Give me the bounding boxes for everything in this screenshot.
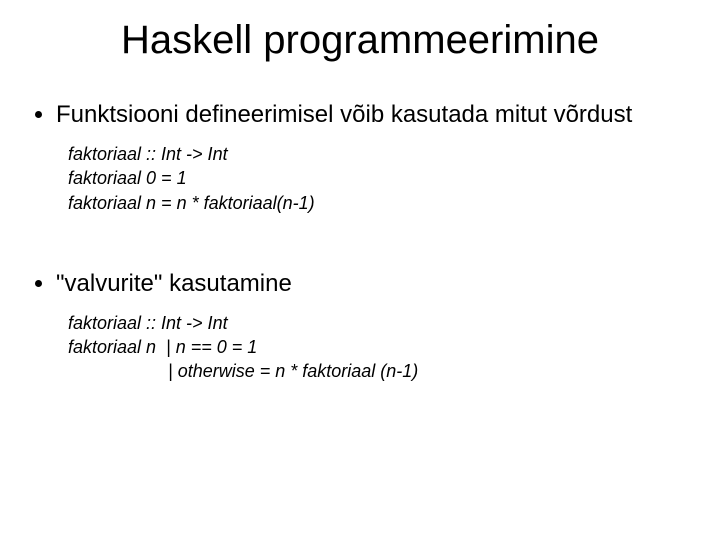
code-block-1: faktoriaal :: Int -> Int faktoriaal 0 = … (68, 142, 680, 215)
bullet-item-2: "valvurite" kasutamine (56, 269, 680, 299)
bullet-item-1: Funktsiooni defineerimisel võib kasutada… (56, 100, 680, 130)
code-line: faktoriaal n = n * faktoriaal(n-1) (68, 191, 680, 215)
code-line: faktoriaal n | n == 0 = 1 (68, 335, 680, 359)
code-line: faktoriaal 0 = 1 (68, 166, 680, 190)
code-line: | otherwise = n * faktoriaal (n-1) (68, 359, 680, 383)
code-block-2: faktoriaal :: Int -> Int faktoriaal n | … (68, 311, 680, 384)
code-line: faktoriaal :: Int -> Int (68, 311, 680, 335)
spacer (32, 243, 680, 269)
slide-title: Haskell programmeerimine (0, 18, 720, 63)
slide: Haskell programmeerimine Funktsiooni def… (0, 0, 720, 540)
slide-body: Funktsiooni defineerimisel võib kasutada… (32, 100, 680, 412)
bullet-list: "valvurite" kasutamine (32, 269, 680, 299)
bullet-list: Funktsiooni defineerimisel võib kasutada… (32, 100, 680, 130)
code-line: faktoriaal :: Int -> Int (68, 142, 680, 166)
